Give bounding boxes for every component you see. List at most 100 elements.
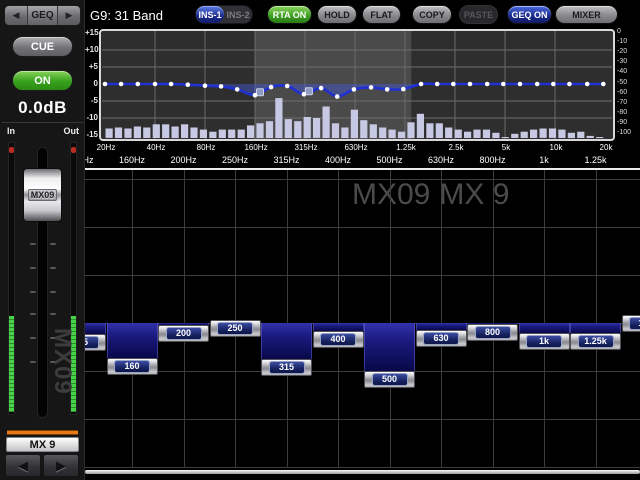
- band-grid-hline: [85, 227, 640, 228]
- eq-band-dot[interactable]: [285, 84, 290, 89]
- eq-band-dot[interactable]: [419, 82, 424, 87]
- prev-channel-button[interactable]: ◀: [5, 454, 41, 477]
- rta-bar: [304, 117, 311, 138]
- rta-bar: [473, 130, 480, 138]
- eq-band-dot[interactable]: [435, 82, 440, 87]
- rta-bar: [596, 137, 603, 138]
- band-fader-cap[interactable]: 400: [313, 331, 364, 348]
- on-button[interactable]: ON: [12, 70, 73, 91]
- rta-axis-tick: -100: [617, 129, 639, 136]
- channel-fader-knob[interactable]: MX09: [23, 168, 62, 222]
- eq-band-dot[interactable]: [335, 94, 340, 99]
- eq-band-dot[interactable]: [485, 82, 490, 87]
- rta-bar: [577, 132, 584, 138]
- eq-band-dot[interactable]: [535, 82, 540, 87]
- eq-band-dot[interactable]: [585, 82, 590, 87]
- band-scrollbar[interactable]: [85, 470, 640, 474]
- band-freq-label: 630Hz: [419, 155, 463, 165]
- next-channel-button[interactable]: ▶: [43, 454, 79, 477]
- eq-band-dot[interactable]: [352, 87, 357, 92]
- eq-band-dot[interactable]: [153, 82, 158, 87]
- eq-band-dot[interactable]: [186, 82, 191, 87]
- band-handle-marker[interactable]: [257, 89, 264, 96]
- channel-name-plate: MX 9: [6, 437, 79, 452]
- rta-axis-tick: 0: [617, 28, 639, 35]
- band-gain-fill: [570, 323, 621, 333]
- mixer-button[interactable]: MIXER: [555, 5, 618, 24]
- rta-bar: [417, 114, 424, 138]
- band-grid-hline: [85, 371, 640, 372]
- octave-freq-label: 1.25k: [386, 143, 426, 152]
- band-gain-fill: [261, 323, 312, 359]
- band-freq-label: 800Hz: [471, 155, 515, 165]
- gain-axis-tick: -15: [85, 130, 98, 139]
- eq-band-dot[interactable]: [451, 82, 456, 87]
- eq-band-dot[interactable]: [169, 82, 174, 87]
- channel-color-stripe: [7, 430, 78, 435]
- eq-band-dot[interactable]: [401, 87, 406, 92]
- meter-in-label: In: [7, 126, 15, 136]
- band-fader-cap[interactable]: 125: [85, 334, 106, 351]
- rta-bar: [124, 129, 131, 138]
- fader-scale-tick: [30, 313, 36, 315]
- band-fader-cap[interactable]: 160: [107, 358, 158, 375]
- cue-button[interactable]: CUE: [12, 36, 73, 57]
- band-fader-cap[interactable]: 200: [158, 325, 209, 342]
- band-fader-cap[interactable]: 630: [416, 330, 467, 347]
- band-grid-vline: [184, 170, 185, 467]
- band-gain-fill: [313, 323, 364, 331]
- rta-axis-tick: -50: [617, 79, 639, 86]
- insert-selector: INS-1 INS-2: [195, 5, 253, 24]
- eq-band-dot[interactable]: [601, 82, 606, 87]
- eq-band-dot[interactable]: [119, 82, 124, 87]
- band-freq-label: 125Hz: [85, 155, 103, 165]
- geq-overview-chart[interactable]: [99, 29, 615, 142]
- band-fader-cap[interactable]: 1.6k: [622, 315, 640, 332]
- eq-band-dot[interactable]: [468, 82, 473, 87]
- geq-on-button[interactable]: GEQ ON: [507, 5, 552, 24]
- band-fader-cap[interactable]: 315: [261, 359, 312, 376]
- band-handle-marker[interactable]: [305, 88, 312, 95]
- band-fader-cap[interactable]: 1.25k: [570, 333, 621, 350]
- band-fader-label: 160: [114, 360, 150, 373]
- geq-main-panel: G9: 31 Band INS-1 INS-2 RTA ON HOLD FLAT…: [85, 0, 640, 480]
- band-freq-label: 500Hz: [368, 155, 412, 165]
- band-fader-cap[interactable]: 800: [467, 324, 518, 341]
- sidebar-divider: [2, 122, 83, 123]
- eq-band-dot[interactable]: [551, 82, 556, 87]
- rta-bar: [172, 127, 179, 139]
- band-gain-fill: [416, 323, 467, 330]
- eq-band-dot[interactable]: [302, 92, 307, 97]
- rta-bar: [266, 121, 273, 138]
- eq-band-dot[interactable]: [136, 82, 141, 87]
- band-fader-cap[interactable]: 500: [364, 371, 415, 388]
- rta-bar: [379, 128, 386, 139]
- eq-band-dot[interactable]: [253, 93, 258, 98]
- eq-band-dot[interactable]: [203, 83, 208, 88]
- eq-band-dot[interactable]: [369, 85, 374, 90]
- band-fader-cap[interactable]: 250: [210, 320, 261, 337]
- rta-bar: [455, 130, 462, 138]
- eq-band-dot[interactable]: [518, 82, 523, 87]
- eq-band-dot[interactable]: [567, 82, 572, 87]
- eq-band-dot[interactable]: [319, 86, 324, 91]
- hold-button[interactable]: HOLD: [317, 5, 357, 24]
- band-fader-cap[interactable]: 1k: [519, 333, 570, 350]
- eq-band-dot[interactable]: [385, 87, 390, 92]
- band-fader-label: 630: [423, 332, 459, 345]
- copy-button[interactable]: COPY: [412, 5, 452, 24]
- rta-bar: [483, 130, 490, 138]
- eq-band-dot[interactable]: [103, 82, 108, 87]
- eq-band-dot[interactable]: [501, 82, 506, 87]
- prev-geq-button[interactable]: ◀: [5, 6, 28, 25]
- band-freq-label: 200Hz: [162, 155, 206, 165]
- rta-on-button[interactable]: RTA ON: [267, 5, 312, 24]
- eq-band-dot[interactable]: [235, 87, 240, 92]
- ins1-tab[interactable]: INS-1: [196, 6, 224, 23]
- rta-bar: [332, 123, 339, 138]
- eq-band-dot[interactable]: [269, 85, 274, 90]
- flat-button[interactable]: FLAT: [362, 5, 401, 24]
- eq-band-dot[interactable]: [219, 84, 224, 89]
- next-geq-button[interactable]: ▶: [58, 6, 80, 25]
- ins2-tab[interactable]: INS-2: [224, 6, 252, 23]
